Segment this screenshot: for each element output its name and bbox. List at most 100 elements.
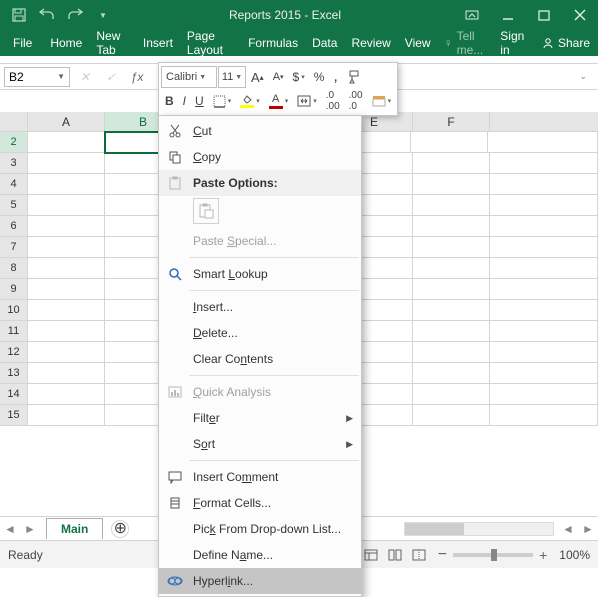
cell-f2[interactable] [411, 132, 488, 153]
cell[interactable] [413, 300, 490, 321]
view-page-break-icon[interactable] [408, 545, 430, 565]
cell[interactable] [413, 216, 490, 237]
italic-button[interactable]: I [179, 90, 190, 112]
percent-format-icon[interactable]: % [310, 66, 329, 88]
tell-me-search[interactable]: ♀ Tell me... [438, 29, 493, 57]
ctx-copy[interactable]: Copy [159, 144, 361, 170]
ctx-define-name[interactable]: Define Name... [159, 542, 361, 568]
col-head-a[interactable]: A [28, 112, 105, 131]
hscroll-thumb[interactable] [405, 523, 464, 535]
cell[interactable] [28, 300, 105, 321]
hscroll-right-icon[interactable]: ► [578, 522, 598, 536]
cell[interactable] [490, 174, 598, 195]
font-color-button[interactable]: A▾ [265, 90, 293, 112]
cell[interactable] [413, 321, 490, 342]
name-box[interactable]: B2 ▼ [4, 67, 70, 87]
cell[interactable] [490, 216, 598, 237]
select-all-triangle[interactable] [0, 112, 28, 131]
increase-decimal-icon[interactable]: .0.00 [322, 90, 344, 112]
cell[interactable] [413, 279, 490, 300]
hscroll-track[interactable] [404, 522, 554, 536]
cell[interactable] [413, 258, 490, 279]
ctx-filter[interactable]: Filter▶ [159, 405, 361, 431]
row-head[interactable]: 4 [0, 174, 28, 195]
sheet-tab-main[interactable]: Main [46, 518, 103, 539]
cell[interactable] [490, 195, 598, 216]
view-normal-icon[interactable] [360, 545, 382, 565]
ctx-format-cells[interactable]: Format Cells... [159, 490, 361, 516]
cell[interactable] [28, 195, 105, 216]
tab-home[interactable]: Home [43, 32, 89, 54]
cell[interactable] [413, 195, 490, 216]
cell[interactable] [490, 363, 598, 384]
cell[interactable] [490, 153, 598, 174]
chevron-down-icon[interactable]: ▼ [57, 72, 65, 81]
row-head-2[interactable]: 2 [0, 132, 28, 153]
col-head-f[interactable]: F [413, 112, 490, 131]
cell[interactable] [490, 321, 598, 342]
row-head[interactable]: 12 [0, 342, 28, 363]
expand-formula-icon[interactable]: ⌄ [572, 67, 594, 87]
zoom-in-icon[interactable]: + [539, 547, 547, 563]
cell[interactable] [28, 342, 105, 363]
fx-icon[interactable]: ƒx [126, 67, 148, 87]
share-button[interactable]: Share [534, 36, 598, 50]
cell[interactable] [413, 405, 490, 426]
tab-new-tab[interactable]: New Tab [89, 25, 136, 61]
format-painter-icon[interactable] [343, 66, 365, 88]
hscroll-left-icon[interactable]: ◄ [558, 522, 578, 536]
maximize-icon[interactable] [526, 0, 562, 30]
cell-styles-icon[interactable]: ▾ [368, 90, 396, 112]
tab-review[interactable]: Review [344, 32, 397, 54]
row-head[interactable]: 7 [0, 237, 28, 258]
sign-in-link[interactable]: Sign in [492, 29, 534, 57]
ctx-insert-comment[interactable]: Insert Comment [159, 464, 361, 490]
redo-icon[interactable] [62, 2, 88, 28]
cell[interactable] [28, 363, 105, 384]
ctx-cut[interactable]: Cut [159, 118, 361, 144]
ctx-delete[interactable]: Delete... [159, 320, 361, 346]
row-head[interactable]: 9 [0, 279, 28, 300]
ctx-smart-lookup[interactable]: Smart Lookup [159, 261, 361, 287]
view-page-layout-icon[interactable] [384, 545, 406, 565]
decrease-font-icon[interactable]: A▾ [269, 66, 288, 88]
fill-color-button[interactable]: ▾ [236, 90, 264, 112]
tab-file[interactable]: File [4, 32, 41, 54]
cell[interactable] [28, 405, 105, 426]
cell[interactable] [490, 342, 598, 363]
font-select[interactable]: Calibri▼ [161, 66, 217, 88]
sheet-nav-prev-icon[interactable]: ◄ [0, 522, 20, 536]
zoom-slider[interactable] [453, 553, 533, 557]
cell[interactable] [490, 405, 598, 426]
cell[interactable] [28, 279, 105, 300]
font-size-select[interactable]: 11▼ [218, 66, 246, 88]
cell[interactable] [28, 384, 105, 405]
ctx-sort[interactable]: Sort▶ [159, 431, 361, 457]
cell[interactable] [28, 258, 105, 279]
merge-center-icon[interactable]: ▾ [293, 90, 321, 112]
cell[interactable] [490, 258, 598, 279]
enter-formula-icon[interactable]: ✓ [100, 67, 122, 87]
cell[interactable] [413, 237, 490, 258]
border-button[interactable]: ▾ [209, 90, 236, 112]
ctx-insert[interactable]: Insert... [159, 294, 361, 320]
close-icon[interactable] [562, 0, 598, 30]
bold-button[interactable]: B [161, 90, 178, 112]
cancel-formula-icon[interactable]: ✕ [74, 67, 96, 87]
paste-default-icon[interactable] [193, 198, 219, 224]
cell[interactable] [28, 216, 105, 237]
save-icon[interactable] [6, 2, 32, 28]
add-sheet-icon[interactable]: ⊕ [111, 520, 129, 538]
row-head[interactable]: 5 [0, 195, 28, 216]
row-head[interactable]: 3 [0, 153, 28, 174]
tab-page-layout[interactable]: Page Layout [180, 25, 241, 61]
col-head-extra[interactable] [490, 112, 598, 131]
cell[interactable] [490, 384, 598, 405]
ctx-pick-list[interactable]: Pick From Drop-down List... [159, 516, 361, 542]
minimize-icon[interactable] [490, 0, 526, 30]
tab-formulas[interactable]: Formulas [241, 32, 305, 54]
underline-button[interactable]: U [191, 90, 208, 112]
row-head[interactable]: 8 [0, 258, 28, 279]
comma-format-icon[interactable]: , [329, 66, 341, 88]
cell[interactable] [413, 363, 490, 384]
